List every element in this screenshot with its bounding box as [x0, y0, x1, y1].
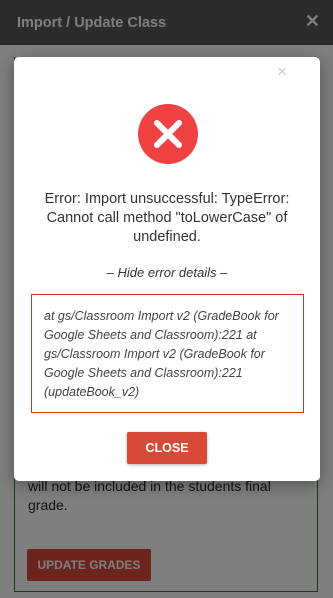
dialog-close-icon[interactable]: ×: [277, 62, 287, 82]
close-button[interactable]: CLOSE: [127, 432, 207, 464]
hide-error-details-toggle[interactable]: – Hide error details –: [14, 265, 320, 280]
error-details-box: at gs/Classroom Import v2 (GradeBook for…: [31, 294, 304, 413]
error-details-text: at gs/Classroom Import v2 (GradeBook for…: [44, 309, 279, 399]
error-message: Error: Import unsuccessful: TypeError: C…: [44, 191, 290, 245]
import-update-class-window: Import / Update Class ✕ will not be incl…: [0, 0, 333, 598]
error-x-icon: [138, 104, 198, 164]
error-dialog: × Error: Import unsuccessful: TypeError:…: [14, 57, 320, 481]
